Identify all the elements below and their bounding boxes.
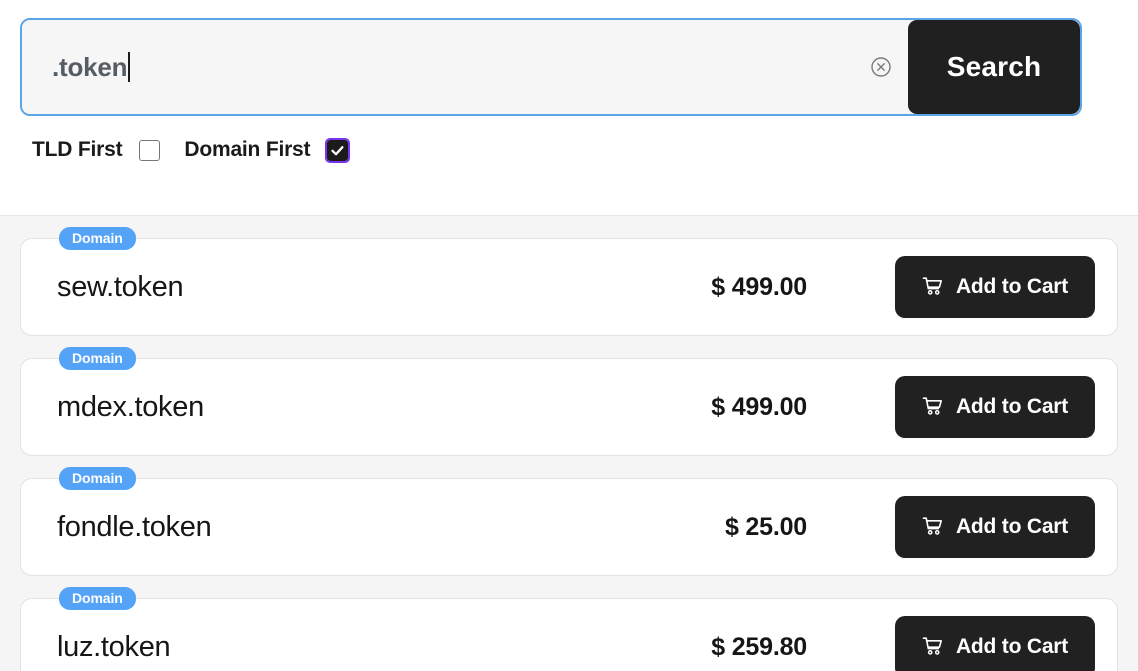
sort-options: TLD First Domain First — [20, 137, 1118, 163]
clear-circle-icon[interactable] — [870, 56, 892, 78]
domain-first-checkbox[interactable] — [325, 137, 351, 163]
shopping-cart-icon — [922, 277, 942, 295]
add-to-cart-label: Add to Cart — [955, 635, 1069, 658]
search-input-value: .token — [52, 51, 128, 82]
add-to-cart-label: Add to Cart — [955, 515, 1069, 538]
add-to-cart-label: Add to Cart — [955, 395, 1069, 418]
option-tld-first-label: TLD First — [32, 138, 123, 161]
domain-name: fondle.token — [57, 510, 212, 543]
domain-price: $ 259.80 — [711, 632, 807, 661]
results-list: Domain sew.token $ 499.00 Add to Cart Do… — [0, 216, 1138, 671]
search-button[interactable]: Search — [908, 20, 1080, 114]
domain-price: $ 25.00 — [724, 512, 807, 541]
result-card[interactable]: Domain mdex.token $ 499.00 Add to Cart — [20, 347, 1118, 456]
add-to-cart-button[interactable]: Add to Cart — [895, 256, 1095, 318]
domain-price: $ 499.00 — [711, 272, 807, 301]
shopping-cart-icon — [922, 517, 942, 535]
tld-first-checkbox[interactable] — [139, 139, 161, 161]
result-type-badge: Domain — [59, 347, 136, 370]
result-type-badge: Domain — [59, 467, 136, 490]
shopping-cart-icon — [922, 637, 942, 655]
result-type-badge: Domain — [59, 587, 136, 610]
domain-name: sew.token — [57, 270, 184, 303]
option-domain-first[interactable]: Domain First — [184, 137, 351, 163]
result-card[interactable]: Domain sew.token $ 499.00 Add to Cart — [20, 227, 1118, 336]
domain-name: mdex.token — [57, 390, 204, 423]
domain-price: $ 499.00 — [711, 392, 807, 421]
add-to-cart-button[interactable]: Add to Cart — [895, 616, 1095, 671]
result-card[interactable]: Domain luz.token $ 259.80 Add to Cart — [20, 587, 1118, 671]
result-type-badge: Domain — [59, 227, 136, 250]
checkmark-icon — [331, 145, 344, 155]
search-bar: .token Search — [20, 18, 1082, 116]
add-to-cart-label: Add to Cart — [955, 275, 1069, 298]
add-to-cart-button[interactable]: Add to Cart — [895, 376, 1095, 438]
search-input[interactable]: .token — [22, 20, 908, 114]
option-tld-first[interactable]: TLD First — [32, 138, 161, 162]
domain-name: luz.token — [57, 630, 171, 663]
result-card[interactable]: Domain fondle.token $ 25.00 Add to Cart — [20, 467, 1118, 576]
shopping-cart-icon — [922, 397, 942, 415]
add-to-cart-button[interactable]: Add to Cart — [895, 496, 1095, 558]
search-panel: .token Search TLD First Domain First — [0, 0, 1138, 216]
text-cursor — [128, 52, 131, 82]
option-domain-first-label: Domain First — [184, 138, 311, 161]
